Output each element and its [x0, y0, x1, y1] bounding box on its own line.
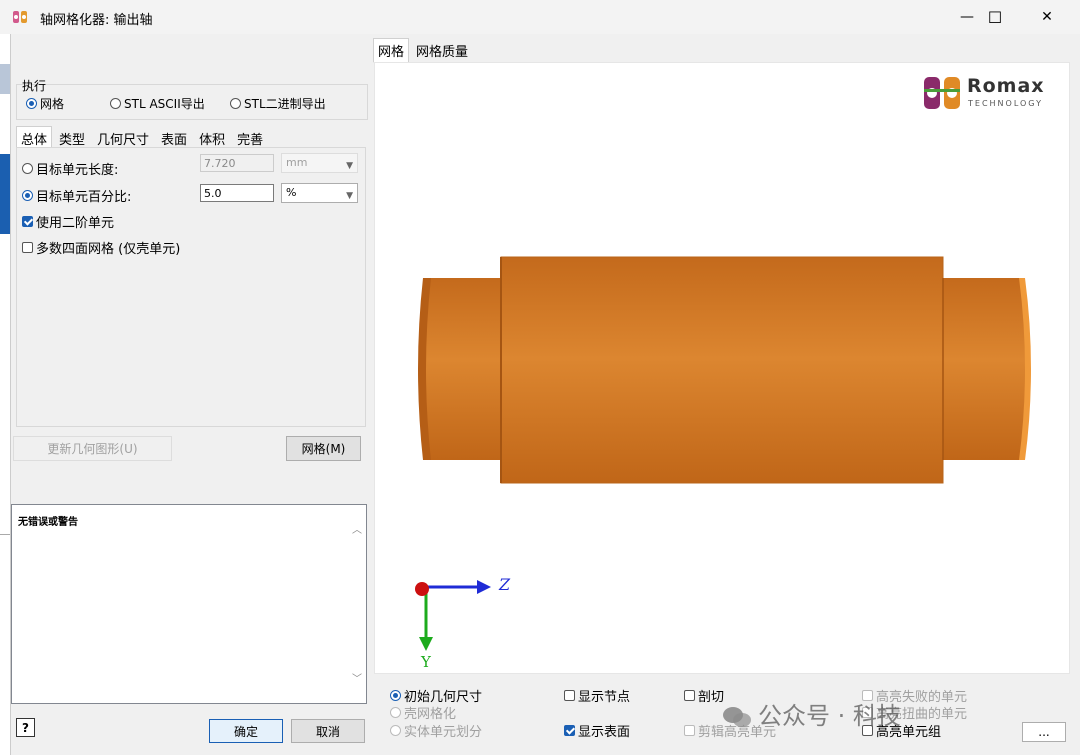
stl-binary-radio[interactable]: STL二进制导出	[230, 95, 326, 112]
show-nodes-checkbox[interactable]: 显示节点	[564, 686, 630, 705]
romax-logo: Romax TECHNOLOGY	[923, 73, 1055, 115]
radio-indicator	[22, 190, 33, 201]
cancel-button[interactable]: 取消	[291, 719, 365, 743]
unit-value: %	[286, 186, 297, 199]
radio-indicator	[22, 163, 33, 174]
checkbox-indicator	[564, 725, 575, 736]
shaft-model	[418, 256, 1031, 484]
romax-sub-text: TECHNOLOGY	[968, 99, 1043, 108]
message-box: 无错误或警告 ︿ ﹀	[11, 504, 367, 704]
scroll-down-icon[interactable]: ﹀	[352, 670, 362, 685]
stl-ascii-radio[interactable]: STL ASCII导出	[110, 95, 205, 112]
target-length-radio[interactable]: 目标单元长度:	[22, 159, 118, 178]
tab-type[interactable]: 类型	[54, 126, 90, 148]
checkbox-indicator	[22, 216, 33, 227]
title-bar: 轴网格化器: 输出轴 — ☐ ✕	[0, 0, 1080, 34]
tab-general[interactable]: 总体	[16, 126, 53, 148]
app-icon	[13, 11, 27, 23]
ok-button[interactable]: 确定	[209, 719, 283, 743]
tab-surface[interactable]: 表面	[156, 126, 192, 148]
target-percent-radio[interactable]: 目标单元百分比:	[22, 186, 131, 205]
shell-mesh-radio[interactable]: 壳网格化	[390, 703, 456, 722]
quad-mesh-checkbox[interactable]: 多数四面网格 (仅壳单元)	[22, 238, 180, 257]
close-button[interactable]: ✕	[1024, 0, 1070, 34]
solid-mesh-radio[interactable]: 实体单元划分	[390, 721, 482, 740]
show-surface-checkbox[interactable]: 显示表面	[564, 721, 630, 740]
more-options-button[interactable]: ...	[1022, 722, 1066, 742]
tab-mesh-quality[interactable]: 网格质量	[411, 38, 473, 63]
checkbox-indicator	[564, 690, 575, 701]
tab-refine[interactable]: 完善	[232, 126, 268, 148]
axis-triad	[415, 580, 491, 651]
unit-value: mm	[286, 156, 308, 169]
background-window-strip	[0, 34, 11, 755]
radio-indicator	[390, 707, 401, 718]
tab-volume[interactable]: 体积	[194, 126, 230, 148]
mesh-button[interactable]: 网格(M)	[286, 436, 361, 461]
execute-group-label: 执行	[22, 79, 47, 93]
target-length-unit-select[interactable]: mm ▼	[281, 153, 358, 173]
chevron-down-icon: ▼	[346, 161, 353, 171]
target-percent-unit-select[interactable]: % ▼	[281, 183, 358, 203]
window-title: 轴网格化器: 输出轴	[40, 13, 153, 28]
romax-brand-text: Romax	[967, 75, 1045, 97]
y-axis-label: Y	[421, 653, 431, 671]
wechat-icon	[722, 705, 752, 729]
checkbox-indicator	[684, 690, 695, 701]
checkbox-indicator	[684, 725, 695, 736]
3d-viewport[interactable]: Z Y Romax TECHNOLOGY	[374, 62, 1070, 674]
tab-geometry[interactable]: 几何尺寸	[92, 126, 154, 148]
radio-indicator	[230, 98, 241, 109]
message-scrollbar[interactable]: ︿ ﹀	[349, 505, 366, 703]
watermark-text: 公众号 · 科技	[758, 702, 901, 730]
second-order-checkbox[interactable]: 使用二阶单元	[22, 212, 114, 231]
target-percent-input[interactable]: 5.0	[200, 184, 274, 202]
checkbox-indicator	[22, 242, 33, 253]
mesh-radio[interactable]: 网格	[26, 95, 64, 112]
viewport-canvas	[415, 256, 1031, 651]
left-tab-bar: 总体 类型 几何尺寸 表面 体积 完善	[16, 126, 270, 148]
tab-mesh[interactable]: 网格	[373, 38, 410, 63]
radio-indicator	[26, 98, 37, 109]
target-length-input[interactable]: 7.720	[200, 154, 274, 172]
section-cut-checkbox[interactable]: 剖切	[684, 686, 724, 705]
radio-indicator	[390, 690, 401, 701]
right-tab-bar: 网格 网格质量	[373, 38, 475, 63]
radio-indicator	[110, 98, 121, 109]
romax-logo-icon	[924, 77, 960, 109]
update-geometry-button[interactable]: 更新几何图形(U)	[13, 436, 172, 461]
chevron-down-icon: ▼	[346, 191, 353, 201]
message-text: 无错误或警告	[18, 517, 78, 528]
z-axis-label: Z	[499, 575, 511, 594]
scroll-up-icon[interactable]: ︿	[352, 521, 362, 536]
radio-indicator	[390, 725, 401, 736]
watermark: 公众号 · 科技	[722, 696, 901, 731]
help-button[interactable]: ?	[16, 718, 35, 737]
maximize-button[interactable]: ☐	[972, 0, 1018, 34]
